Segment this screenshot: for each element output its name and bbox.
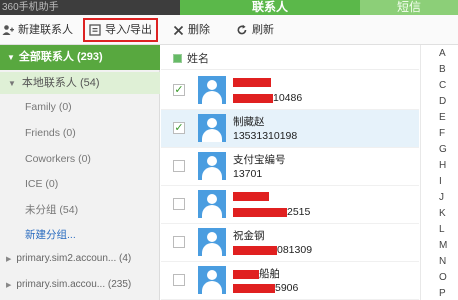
- tab-sms[interactable]: 短信: [360, 0, 458, 15]
- row-checkbox[interactable]: [173, 198, 185, 210]
- sidebar: ▼ 全部联系人 (293) ▼ 本地联系人 (54) Family (0) Frie…: [0, 45, 160, 300]
- sidebar-group-family[interactable]: Family (0): [25, 97, 72, 117]
- alpha-letter[interactable]: O: [439, 272, 447, 283]
- list-header: 姓名: [161, 48, 419, 70]
- alphabet-index: A B C D E F G H I J K L M N O P: [420, 45, 458, 300]
- sidebar-account-sim[interactable]: ▶ primary.sim.accou... (235): [0, 275, 160, 295]
- sidebar-item-all-contacts[interactable]: ▼ 全部联系人 (293): [0, 45, 160, 70]
- delete-button[interactable]: 删除: [172, 19, 210, 41]
- table-row[interactable]: 船舶 5906: [161, 262, 419, 300]
- toolbar: 新建联系人 导入/导出 删除 刷新: [0, 15, 458, 45]
- row-checkbox[interactable]: [173, 274, 185, 286]
- contact-phone: 5906: [233, 282, 298, 294]
- account-label: primary.sim.accou... (235): [16, 279, 132, 290]
- alpha-letter[interactable]: J: [439, 192, 444, 203]
- sidebar-item-local-contacts[interactable]: ▼ 本地联系人 (54): [0, 72, 160, 94]
- alpha-letter[interactable]: B: [439, 64, 446, 75]
- redaction-mark: [233, 77, 271, 87]
- alpha-letter[interactable]: A: [439, 48, 446, 59]
- table-row[interactable]: 2515: [161, 186, 419, 224]
- alpha-letter[interactable]: E: [439, 112, 446, 123]
- chevron-right-icon: ▶: [6, 256, 12, 263]
- avatar: [198, 228, 226, 256]
- alpha-letter[interactable]: I: [439, 176, 442, 187]
- refresh-button[interactable]: 刷新: [236, 19, 274, 41]
- all-contacts-label: 全部联系人 (293): [18, 51, 103, 63]
- account-label: primary.sim2.accoun... (4): [16, 253, 132, 264]
- name-column-header: 姓名: [187, 52, 209, 65]
- avatar: [198, 152, 226, 180]
- alpha-letter[interactable]: D: [439, 96, 446, 107]
- alpha-letter[interactable]: L: [439, 224, 445, 235]
- import-export-button[interactable]: 导入/导出: [83, 18, 159, 42]
- row-checkbox[interactable]: ✓: [173, 122, 185, 134]
- import-export-icon: [89, 24, 101, 36]
- redaction-mark: [233, 269, 259, 279]
- import-export-label: 导入/导出: [105, 24, 153, 36]
- refresh-icon: [236, 24, 248, 36]
- redaction-mark: [233, 283, 275, 293]
- sidebar-group-coworkers[interactable]: Coworkers (0): [25, 149, 91, 169]
- contact-name: 祝金钢: [233, 230, 265, 242]
- new-contact-label: 新建联系人: [18, 24, 73, 36]
- table-row[interactable]: ✓ 10486: [161, 72, 419, 110]
- contact-list: 姓名 ✓ 10486 ✓ 制藏赵 13531310198 支付宝编号 13701…: [161, 45, 419, 300]
- row-checkbox[interactable]: [173, 236, 185, 248]
- sidebar-group-friends[interactable]: Friends (0): [25, 123, 76, 143]
- contact-phone: 13531310198: [233, 130, 298, 142]
- contact-phone: 081309: [233, 244, 312, 256]
- sidebar-group-ice[interactable]: ICE (0): [25, 174, 58, 194]
- alpha-letter[interactable]: N: [439, 256, 446, 267]
- contact-name: 支付宝编号: [233, 154, 286, 166]
- alpha-letter[interactable]: P: [439, 288, 446, 299]
- new-group-link[interactable]: 新建分组...: [25, 225, 76, 245]
- chevron-right-icon: ▶: [6, 282, 12, 289]
- redaction-mark: [233, 191, 269, 201]
- alpha-letter[interactable]: C: [439, 80, 446, 91]
- chevron-down-icon: ▼: [7, 53, 15, 62]
- redaction-mark: [233, 207, 287, 217]
- sidebar-group-ungrouped[interactable]: 未分组 (54): [25, 200, 78, 220]
- alpha-letter[interactable]: F: [439, 128, 445, 139]
- app-title: 360手机助手: [2, 2, 59, 13]
- select-all-checkbox[interactable]: [173, 54, 182, 63]
- table-row[interactable]: 祝金钢 081309: [161, 224, 419, 262]
- delete-label: 删除: [188, 24, 210, 36]
- contact-name: [233, 76, 271, 88]
- row-checkbox[interactable]: [173, 160, 185, 172]
- tab-contacts[interactable]: 联系人: [180, 0, 360, 15]
- contact-phone: 2515: [233, 206, 310, 218]
- sidebar-account-sim2[interactable]: ▶ primary.sim2.accoun... (4): [0, 249, 160, 269]
- avatar: [198, 76, 226, 104]
- alpha-letter[interactable]: H: [439, 160, 446, 171]
- redaction-mark: [233, 245, 277, 255]
- alpha-letter[interactable]: G: [439, 144, 447, 155]
- contact-name: 船舶: [233, 266, 280, 281]
- close-icon: [172, 24, 184, 36]
- avatar: [198, 114, 226, 142]
- add-user-icon: [2, 24, 14, 36]
- avatar: [198, 190, 226, 218]
- avatar: [198, 266, 226, 294]
- title-bar: 360手机助手 联系人 短信: [0, 0, 458, 15]
- contact-name: [233, 190, 269, 202]
- table-row[interactable]: 支付宝编号 13701: [161, 148, 419, 186]
- contact-phone: 13701: [233, 168, 263, 180]
- redaction-mark: [233, 93, 273, 103]
- table-row[interactable]: ✓ 制藏赵 13531310198: [161, 110, 419, 148]
- chevron-down-icon: ▼: [8, 79, 16, 88]
- alpha-letter[interactable]: M: [439, 240, 447, 251]
- new-contact-button[interactable]: 新建联系人: [2, 19, 73, 41]
- contact-phone: 10486: [233, 92, 302, 104]
- alpha-letter[interactable]: K: [439, 208, 446, 219]
- row-checkbox[interactable]: ✓: [173, 84, 185, 96]
- contact-name: 制藏赵: [233, 116, 265, 128]
- refresh-label: 刷新: [252, 24, 274, 36]
- local-contacts-label: 本地联系人 (54): [21, 77, 100, 89]
